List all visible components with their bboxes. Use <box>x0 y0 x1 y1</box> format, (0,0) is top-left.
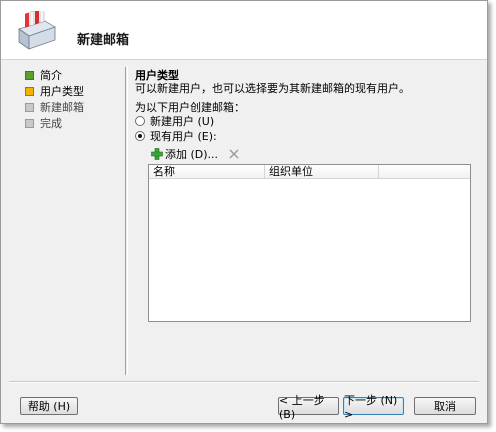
step-complete: 完成 <box>17 115 121 131</box>
existing-users-grid[interactable]: 名称 组织单位 <box>148 164 471 322</box>
column-header-name[interactable]: 名称 <box>149 165 265 178</box>
add-icon <box>151 148 163 160</box>
column-header-ou[interactable]: 组织单位 <box>265 165 379 178</box>
step-label: 简介 <box>40 69 62 82</box>
new-user-radio[interactable]: 新建用户 (U) <box>135 113 214 129</box>
step-current-icon <box>25 86 34 96</box>
step-user-type: 用户类型 <box>17 83 121 99</box>
radio-label: 现有用户 (E): <box>150 130 217 143</box>
remove-icon[interactable] <box>228 148 240 160</box>
next-button[interactable]: 下一步 (N) > <box>343 394 404 421</box>
column-header-empty <box>379 165 470 178</box>
step-new-mailbox: 新建邮箱 <box>17 99 121 115</box>
help-button[interactable]: 帮助 (H) <box>20 397 78 415</box>
mailbox-icon <box>18 11 56 50</box>
nav-divider <box>125 67 128 375</box>
step-pending-icon <box>25 118 34 128</box>
step-label: 完成 <box>40 117 62 130</box>
step-intro: 简介 <box>17 67 121 83</box>
radio-checked-icon <box>135 131 145 141</box>
back-button[interactable]: < 上一步 (B) <box>278 394 339 421</box>
section-description: 可以新建用户，也可以选择要为其新建邮箱的现有用户。 <box>135 82 410 95</box>
wizard-header: 新建邮箱 <box>1 1 487 60</box>
step-label: 新建邮箱 <box>40 101 84 114</box>
radio-unchecked-icon <box>135 116 145 126</box>
step-pending-icon <box>25 102 34 112</box>
grid-toolbar: 添加 (D)... <box>151 146 240 162</box>
wizard-title: 新建邮箱 <box>77 33 130 48</box>
cancel-button[interactable]: 取消 <box>414 397 476 415</box>
step-done-icon <box>25 70 34 80</box>
radio-label: 新建用户 (U) <box>150 115 215 128</box>
grid-header: 名称 组织单位 <box>149 165 470 179</box>
existing-user-radio[interactable]: 现有用户 (E): <box>135 128 217 144</box>
new-mailbox-wizard-window: 新建邮箱 简介 用户类型 新建邮箱 完成 用户类型 可以新建用户，也可以选择要为… <box>0 0 488 424</box>
wizard-steps: 简介 用户类型 新建邮箱 完成 <box>17 67 121 131</box>
step-label: 用户类型 <box>40 85 84 98</box>
footer-divider <box>9 381 479 383</box>
add-label: 添加 (D)... <box>165 148 219 161</box>
add-button[interactable]: 添加 (D)... <box>151 146 218 162</box>
